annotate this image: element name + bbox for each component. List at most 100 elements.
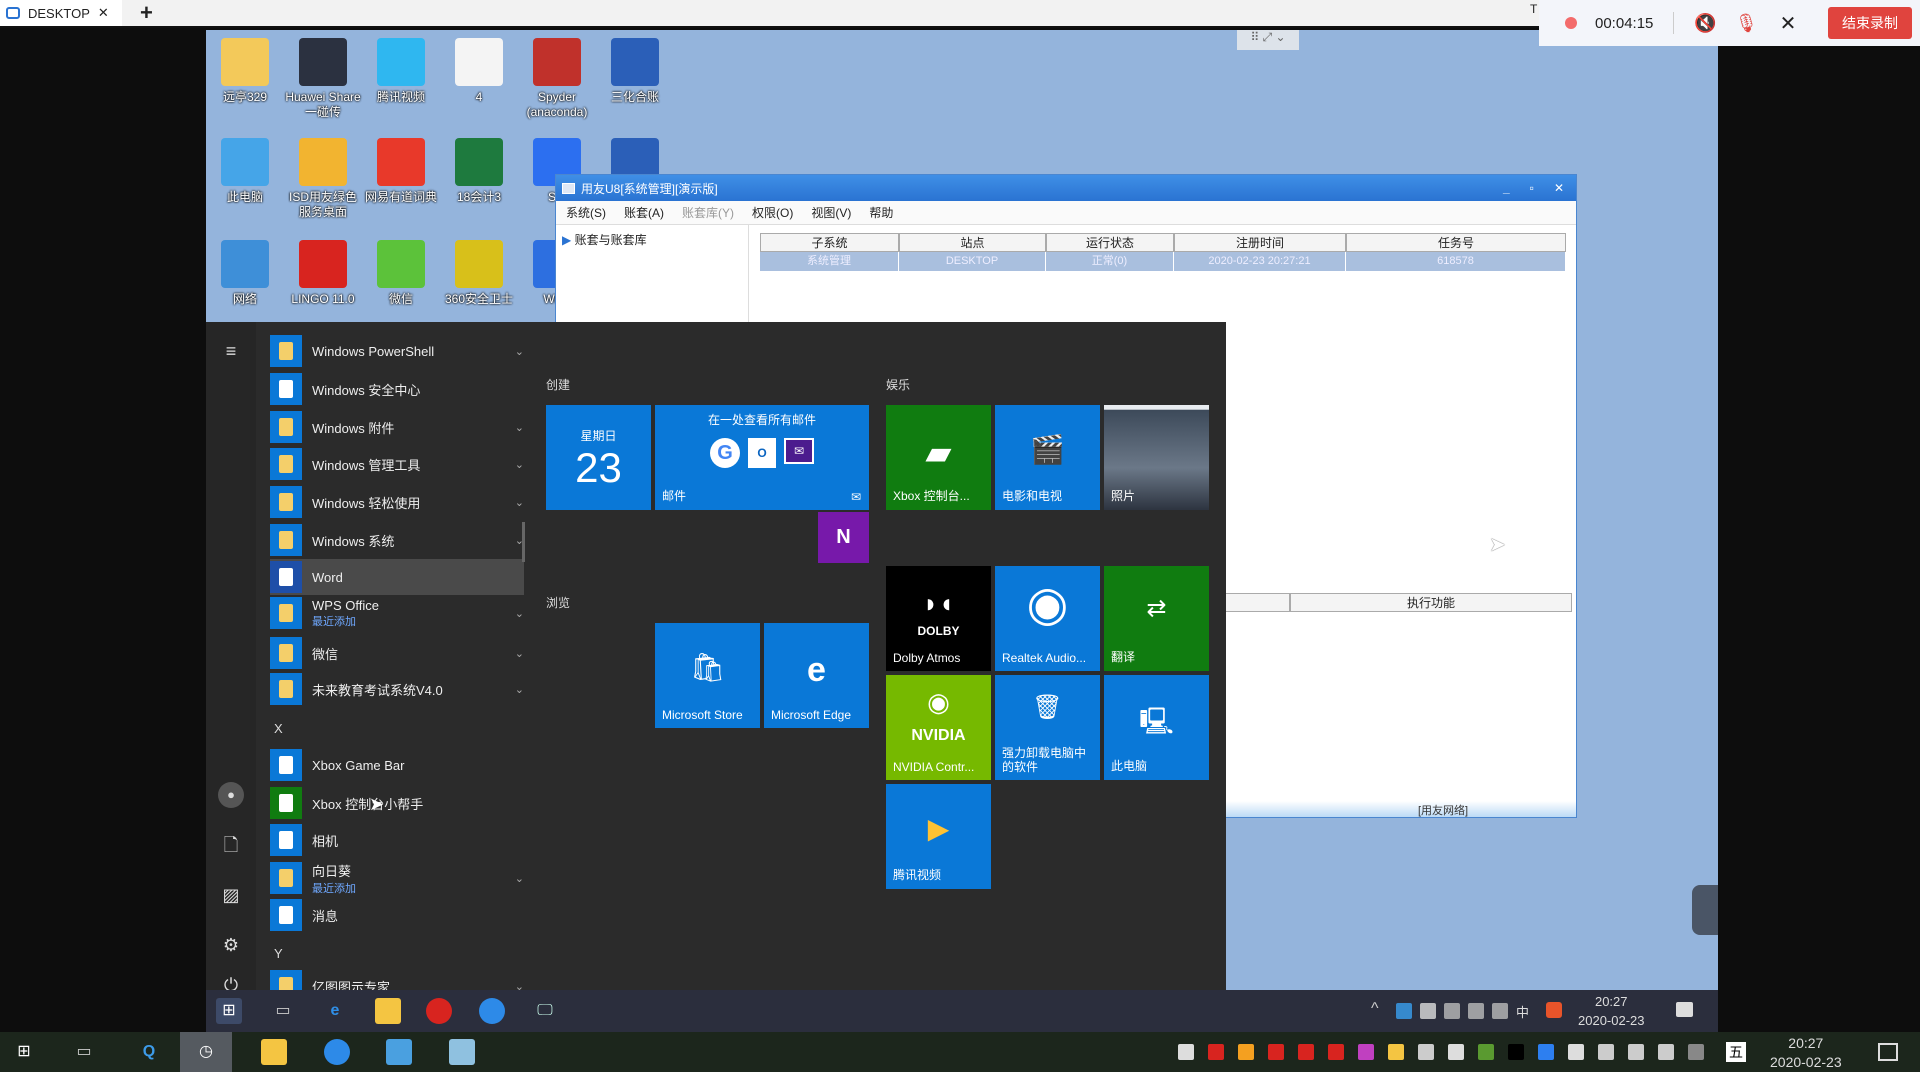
ime-indicator[interactable]: 五: [1726, 1042, 1746, 1062]
side-handle[interactable]: [1692, 885, 1718, 935]
tree-item[interactable]: ▶ 账套与账套库: [562, 231, 647, 248]
clock[interactable]: 20:27 2020-02-23: [1578, 992, 1645, 1030]
app-list-item[interactable]: 向日葵 最近添加 ⌄: [270, 860, 524, 896]
chevron-down-icon[interactable]: ⌄: [515, 683, 524, 696]
browser-q-icon[interactable]: Q: [136, 1039, 162, 1065]
monitor-icon[interactable]: 🖵: [532, 998, 558, 1024]
chevron-down-icon[interactable]: ⌄: [515, 647, 524, 660]
tile-uninstall[interactable]: 🗑 强力卸载电脑中的软件: [995, 675, 1100, 780]
app-list-item[interactable]: Windows 系统 ⌄: [270, 522, 524, 558]
table-cell[interactable]: 2020-02-23 20:27:21: [1174, 252, 1346, 271]
column-header[interactable]: 站点: [899, 233, 1046, 252]
close-button[interactable]: ✕: [1554, 181, 1564, 195]
ime-indicator[interactable]: 中: [1516, 1002, 1529, 1021]
title-bar[interactable]: 用友U8[系统管理][演示版] _ ▫ ✕: [556, 175, 1576, 201]
desktop-icon[interactable]: 360安全卫士: [440, 240, 518, 307]
pictures-icon[interactable]: ▨: [218, 882, 244, 908]
wifi-icon[interactable]: [1492, 1003, 1508, 1019]
start-button[interactable]: ⊞: [216, 998, 242, 1024]
remote-toolbar[interactable]: ⠿ ⤢ ⌄: [1237, 30, 1299, 50]
column-header[interactable]: 注册时间: [1174, 233, 1346, 252]
maximize-button[interactable]: ▫: [1530, 181, 1534, 195]
notification-icon[interactable]: [1676, 1002, 1693, 1017]
desktop-icon[interactable]: 此电脑: [206, 138, 284, 205]
chevron-down-icon[interactable]: ⌄: [515, 607, 524, 620]
remote-desktop-icon[interactable]: [324, 1039, 350, 1065]
dolby-icon[interactable]: [1508, 1044, 1524, 1060]
menu-view[interactable]: 视图(V): [811, 204, 851, 221]
table-cell[interactable]: 系统管理: [760, 252, 899, 271]
app-list-item[interactable]: 消息: [270, 897, 524, 933]
tile-onenote[interactable]: N: [818, 512, 869, 563]
sogou-icon[interactable]: [1546, 1002, 1562, 1018]
section-letter[interactable]: Y: [274, 946, 283, 961]
menu-system[interactable]: 系统(S): [566, 204, 606, 221]
tray-app-icon[interactable]: [1388, 1044, 1404, 1060]
volume-icon[interactable]: [1598, 1044, 1614, 1060]
tile-movies[interactable]: 🎬 电影和电视: [995, 405, 1100, 510]
mic-muted-icon[interactable]: 🎙: [1735, 13, 1758, 34]
section-letter[interactable]: X: [274, 721, 283, 736]
action-center-icon[interactable]: [1878, 1043, 1898, 1061]
windows-start-icon[interactable]: ⊞: [11, 1039, 37, 1065]
app-list-item[interactable]: 未来教育考试系统V4.0 ⌄: [270, 671, 524, 707]
tile-this-pc[interactable]: 🖳 此电脑: [1104, 675, 1209, 780]
app-list-item[interactable]: Windows 附件 ⌄: [270, 409, 524, 445]
menu-account-library[interactable]: 账套库(Y): [682, 204, 734, 221]
table-cell[interactable]: 618578: [1346, 252, 1566, 271]
window-app-icon[interactable]: [386, 1039, 412, 1065]
file-explorer-icon[interactable]: [375, 998, 401, 1024]
copy-icon[interactable]: [1418, 1044, 1434, 1060]
volume-icon[interactable]: [1468, 1003, 1484, 1019]
close-icon[interactable]: ✕: [1780, 11, 1797, 36]
hamburger-menu-icon[interactable]: ≡: [218, 338, 244, 364]
app-list-scrollbar[interactable]: [522, 522, 525, 562]
network-icon[interactable]: [1628, 1044, 1644, 1060]
close-tab-icon[interactable]: ✕: [98, 5, 109, 21]
notepad-icon[interactable]: [449, 1039, 475, 1065]
desktop-icon[interactable]: 微信: [362, 240, 440, 307]
menu-account[interactable]: 账套(A): [624, 204, 664, 221]
clock-app-icon[interactable]: ◷: [180, 1032, 232, 1072]
app-list-item[interactable]: 相机: [270, 822, 524, 858]
speaker-muted-icon[interactable]: 🔇: [1694, 13, 1716, 34]
tile-dolby[interactable]: ◗◖ DOLBY Dolby Atmos: [886, 566, 991, 671]
tile-microsoft-edge[interactable]: e Microsoft Edge: [764, 623, 869, 728]
desktop-icon[interactable]: 网易有道词典: [362, 138, 440, 205]
chevron-down-icon[interactable]: ⌄: [515, 421, 524, 434]
column-header[interactable]: 运行状态: [1046, 233, 1174, 252]
tray-chevron-icon[interactable]: ^: [1371, 1000, 1379, 1018]
tray-app-icon[interactable]: [1208, 1044, 1224, 1060]
display-icon[interactable]: [1658, 1044, 1674, 1060]
desktop-icon[interactable]: Spyder (anaconda): [518, 38, 596, 120]
app-list-item[interactable]: Windows 管理工具 ⌄: [270, 446, 524, 482]
mi-icon[interactable]: [1448, 1044, 1464, 1060]
edge-icon[interactable]: e: [322, 998, 348, 1024]
tile-nvidia[interactable]: ◉ NVIDIA NVIDIA Contr...: [886, 675, 991, 780]
tile-tencent-video[interactable]: ▶ 腾讯视频: [886, 784, 991, 889]
desktop-icon[interactable]: 网络: [206, 240, 284, 307]
desktop-icon[interactable]: 18会计3: [440, 138, 518, 205]
close-circle-icon[interactable]: [1688, 1044, 1704, 1060]
chevron-down-icon[interactable]: ⌄: [515, 345, 524, 358]
table-cell[interactable]: 正常(0): [1046, 252, 1174, 271]
file-explorer-icon[interactable]: [261, 1039, 287, 1065]
table-cell[interactable]: DESKTOP: [899, 252, 1046, 271]
user-avatar-icon[interactable]: ●: [218, 782, 244, 808]
task-view-icon[interactable]: ▭: [270, 998, 296, 1024]
tile-translate[interactable]: ⇄ 翻译: [1104, 566, 1209, 671]
bluetooth-icon[interactable]: [1538, 1044, 1554, 1060]
qq-icon[interactable]: [1328, 1044, 1344, 1060]
minimize-button[interactable]: _: [1503, 181, 1510, 195]
app-list-item[interactable]: Windows PowerShell ⌄: [270, 333, 524, 369]
desktop-icon[interactable]: Huawei Share一碰传: [284, 38, 362, 120]
tray-app-icon[interactable]: [1396, 1003, 1412, 1019]
menu-permission[interactable]: 权限(O): [752, 204, 793, 221]
tile-realtek[interactable]: ◉ Realtek Audio...: [995, 566, 1100, 671]
tray-app-icon[interactable]: [1358, 1044, 1374, 1060]
documents-icon[interactable]: 🗋: [218, 832, 244, 858]
app-list-item[interactable]: Xbox 控制台小帮手: [270, 785, 524, 821]
qq-icon[interactable]: [1298, 1044, 1314, 1060]
menu-help[interactable]: 帮助: [869, 204, 893, 221]
tile-xbox[interactable]: ▰ Xbox 控制台...: [886, 405, 991, 510]
